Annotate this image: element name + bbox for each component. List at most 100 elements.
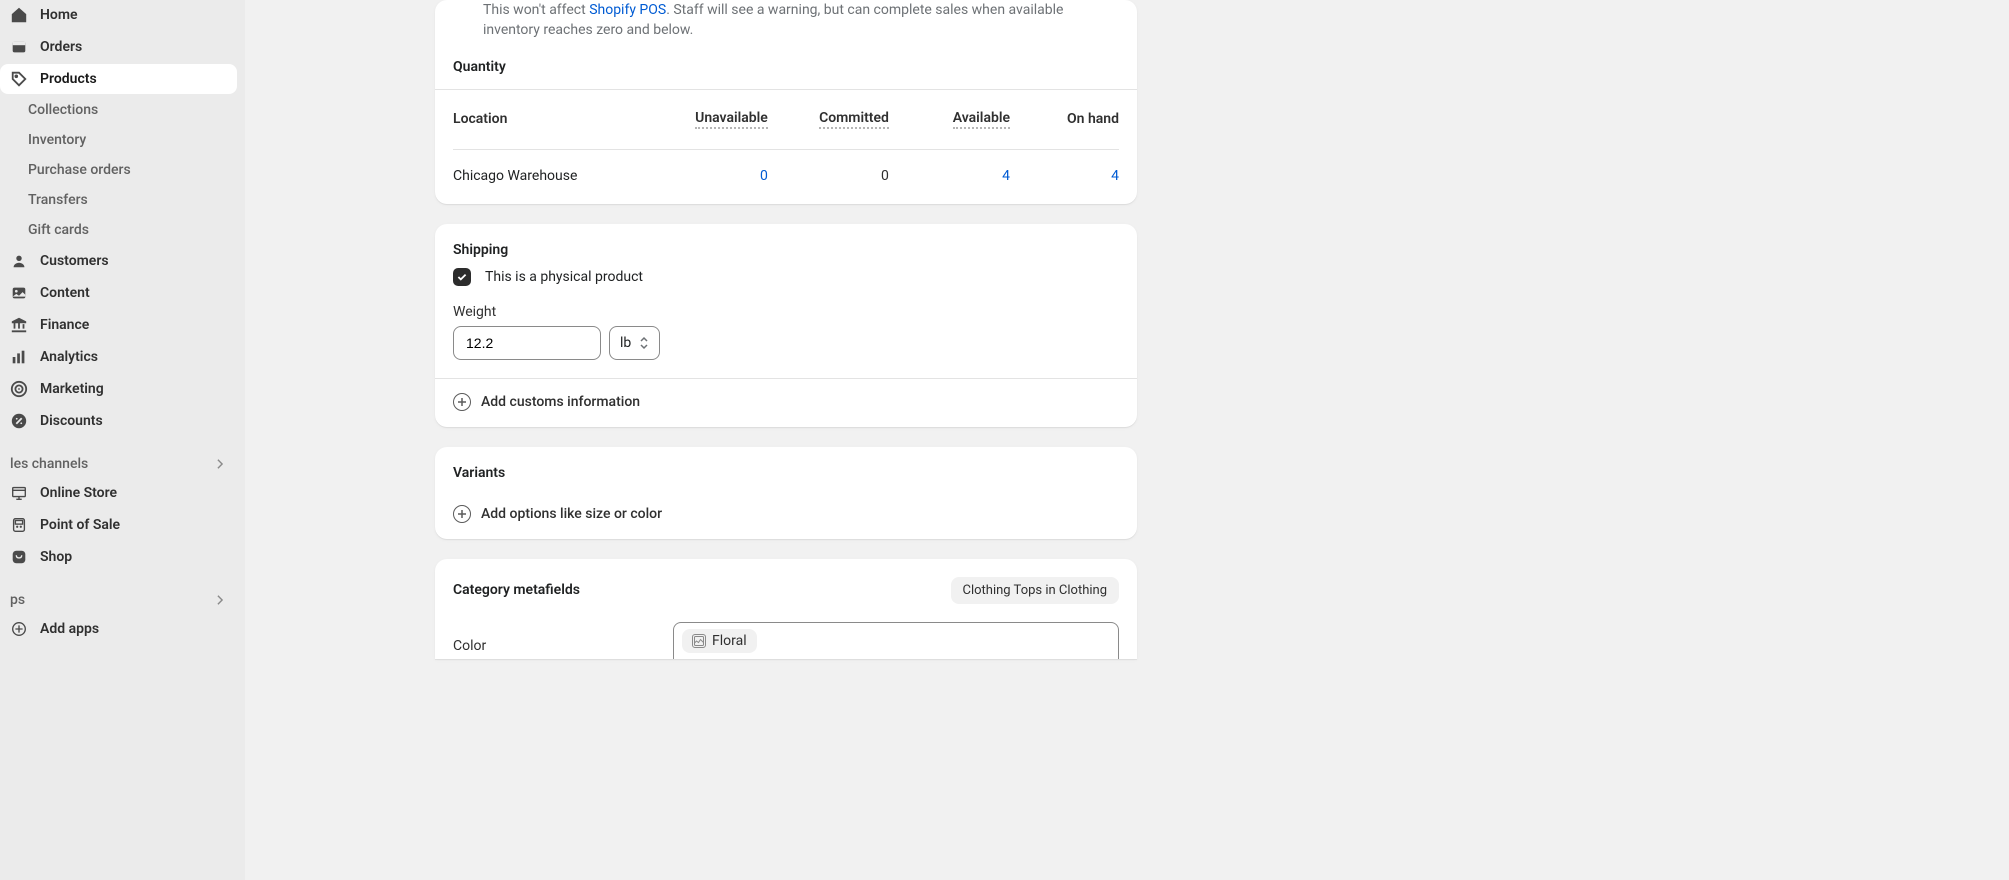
nav-label: Add apps [40, 621, 99, 637]
nav-label: Collections [28, 102, 98, 118]
sidebar: Home Orders Products Collections Invento… [0, 0, 245, 880]
col-committed: Committed [768, 110, 889, 129]
nav-label: Online Store [40, 485, 117, 501]
inventory-card: This won't affect Shopify POS. Staff wil… [435, 0, 1137, 204]
shopify-pos-link[interactable]: Shopify POS [589, 2, 666, 18]
nav-label: Discounts [40, 413, 103, 429]
nav-online-store[interactable]: Online Store [0, 478, 237, 508]
nav-gift-cards[interactable]: Gift cards [0, 216, 237, 244]
marketing-icon [10, 380, 28, 398]
nav-marketing[interactable]: Marketing [0, 374, 237, 404]
discounts-icon [10, 412, 28, 430]
nav-label: Products [40, 71, 97, 87]
row-available[interactable]: 4 [889, 168, 1010, 184]
select-arrows-icon [639, 336, 649, 350]
shop-icon [10, 548, 28, 566]
nav-shop[interactable]: Shop [0, 542, 237, 572]
metafields-card: Category metafields Clothing Tops in Clo… [435, 559, 1137, 659]
inventory-table-header: Location Unavailable Committed Available… [453, 90, 1119, 150]
finance-icon [10, 316, 28, 334]
main-content: This won't affect Shopify POS. Staff wil… [245, 0, 2009, 880]
row-location: Chicago Warehouse [453, 168, 647, 184]
nav-label: Customers [40, 253, 109, 269]
variants-title: Variants [435, 447, 1137, 491]
nav-label: Orders [40, 39, 82, 55]
col-available: Available [889, 110, 1010, 129]
home-icon [10, 6, 28, 24]
analytics-icon [10, 348, 28, 366]
nav-label: Point of Sale [40, 517, 120, 533]
nav-analytics[interactable]: Analytics [0, 342, 237, 372]
weight-input[interactable] [453, 326, 601, 360]
row-unavailable[interactable]: 0 [647, 168, 768, 184]
category-badge[interactable]: Clothing Tops in Clothing [951, 577, 1120, 604]
nav-home[interactable]: Home [0, 0, 237, 30]
add-options-button[interactable]: Add options like size or color [435, 491, 1137, 539]
physical-checkbox[interactable] [453, 268, 471, 286]
nav-add-apps[interactable]: Add apps [0, 614, 237, 644]
col-unavailable: Unavailable [647, 110, 768, 129]
nav-finance[interactable]: Finance [0, 310, 237, 340]
nav-discounts[interactable]: Discounts [0, 406, 237, 436]
nav-label: Analytics [40, 349, 98, 365]
shipping-card: Shipping This is a physical product Weig… [435, 224, 1137, 427]
plus-circle-icon [10, 620, 28, 638]
metafield-row-color: Color Floral [435, 616, 1137, 659]
variants-card: Variants Add options like size or color [435, 447, 1137, 539]
nav-content[interactable]: Content [0, 278, 237, 308]
nav-purchase-orders[interactable]: Purchase orders [0, 156, 237, 184]
nav-inventory[interactable]: Inventory [0, 126, 237, 154]
nav-label: Purchase orders [28, 162, 131, 178]
row-on-hand[interactable]: 4 [1010, 168, 1119, 184]
weight-field: Weight lb [435, 290, 1137, 378]
unit-value: lb [620, 335, 631, 351]
weight-unit-select[interactable]: lb [609, 326, 660, 360]
section-label: les channels [10, 456, 88, 472]
inventory-table: Location Unavailable Committed Available… [435, 89, 1137, 204]
plus-circle-icon [453, 393, 471, 411]
add-customs-label: Add customs information [481, 394, 640, 410]
chevron-right-icon[interactable] [213, 593, 227, 607]
nav-label: Shop [40, 549, 72, 565]
row-committed: 0 [768, 168, 889, 184]
section-label: ps [10, 592, 25, 608]
metafields-header: Category metafields Clothing Tops in Clo… [435, 559, 1137, 616]
weight-label: Weight [453, 304, 1119, 320]
nav-point-of-sale[interactable]: Point of Sale [0, 510, 237, 540]
nav-label: Inventory [28, 132, 86, 148]
shipping-title: Shipping [435, 224, 1137, 268]
image-placeholder-icon [692, 634, 706, 648]
color-chip[interactable]: Floral [682, 629, 757, 653]
nav-collections[interactable]: Collections [0, 96, 237, 124]
color-label: Color [453, 626, 633, 654]
nav-label: Finance [40, 317, 89, 333]
add-customs-button[interactable]: Add customs information [435, 379, 1137, 427]
customers-icon [10, 252, 28, 270]
quantity-heading: Quantity [435, 41, 1137, 89]
nav-label: Home [40, 7, 78, 23]
nav-orders[interactable]: Orders [0, 32, 237, 62]
physical-label: This is a physical product [485, 269, 643, 285]
plus-circle-icon [453, 505, 471, 523]
products-icon [10, 70, 28, 88]
pos-icon [10, 516, 28, 534]
content-icon [10, 284, 28, 302]
nav-label: Gift cards [28, 222, 89, 238]
chip-label: Floral [712, 633, 747, 649]
add-options-label: Add options like size or color [481, 506, 662, 522]
orders-icon [10, 38, 28, 56]
inventory-row: Chicago Warehouse 0 0 4 4 [453, 150, 1119, 204]
nav-transfers[interactable]: Transfers [0, 186, 237, 214]
nav-customers[interactable]: Customers [0, 246, 237, 276]
inventory-helper-text: This won't affect Shopify POS. Staff wil… [435, 0, 1137, 41]
col-on-hand: On hand [1010, 111, 1119, 127]
nav-label: Transfers [28, 192, 88, 208]
metafields-title: Category metafields [453, 582, 580, 598]
online-store-icon [10, 484, 28, 502]
color-field[interactable]: Floral [673, 622, 1119, 659]
col-location: Location [453, 111, 647, 127]
chevron-right-icon[interactable] [213, 457, 227, 471]
physical-product-row: This is a physical product [435, 268, 1137, 290]
nav-products[interactable]: Products [0, 64, 237, 94]
nav-label: Marketing [40, 381, 104, 397]
